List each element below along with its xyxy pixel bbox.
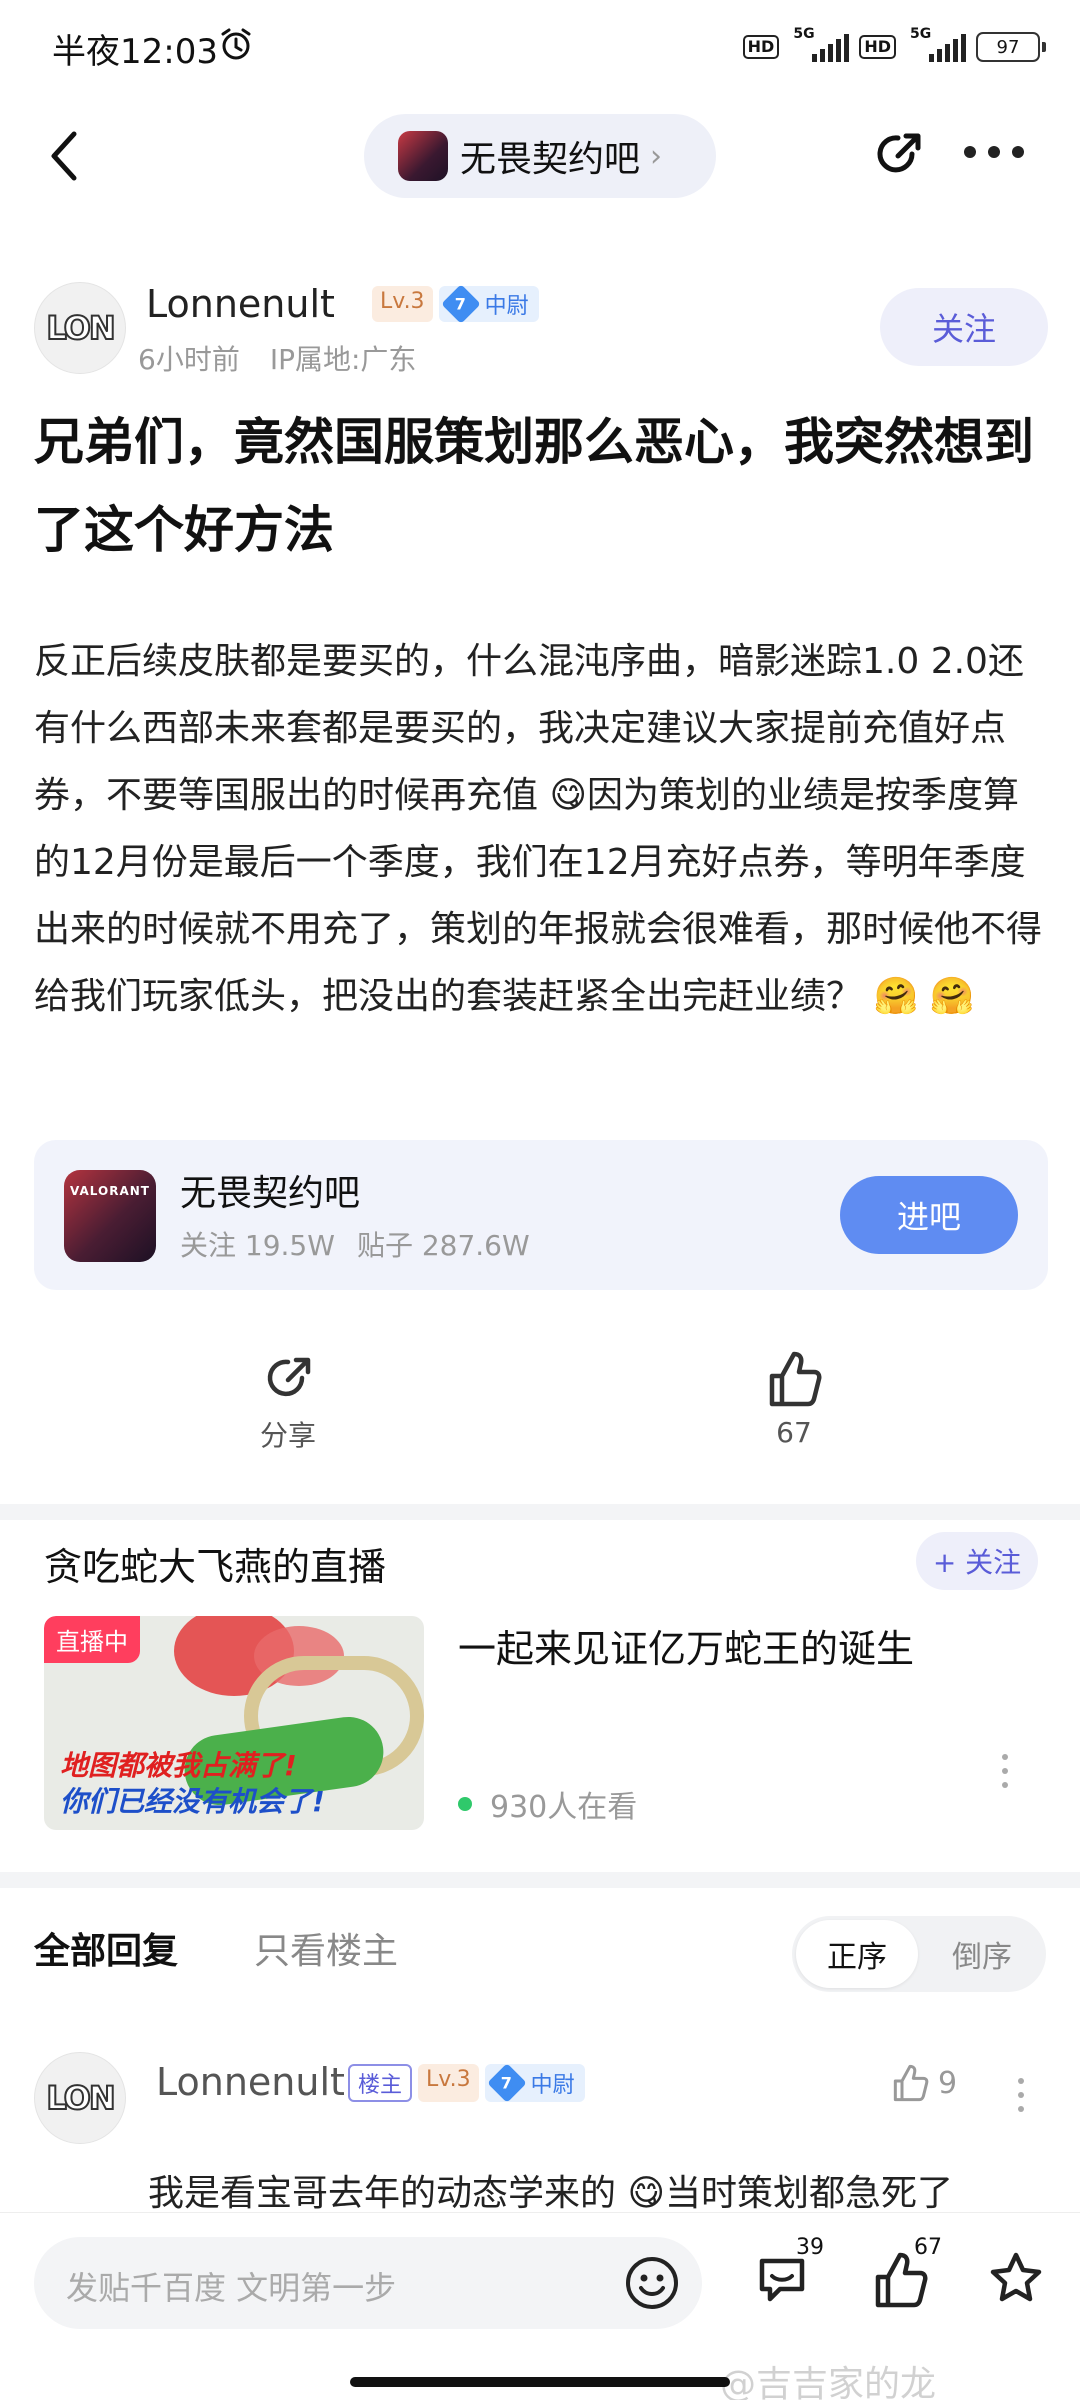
follow-button[interactable]: 关注 [880, 288, 1048, 366]
share-label: 分享 [259, 1419, 316, 1452]
sort-desc-button[interactable]: 倒序 [922, 1920, 1042, 1988]
post-actions: 分享 67 [0, 1348, 1080, 1468]
hd-badge-2: HD [859, 35, 896, 59]
status-time: 半夜12:03 [52, 32, 218, 72]
status-indicators: HD 5G HD 5G 97 [742, 26, 1046, 64]
live-more-icon[interactable] [1002, 1754, 1010, 1788]
level-badge: Lv.3 [372, 286, 433, 322]
watermark: @吉吉家的龙 [720, 2364, 937, 2400]
reply-author[interactable]: Lonnenult [156, 2060, 345, 2104]
emoji-icon[interactable] [624, 2255, 680, 2311]
rank-badge: 7 中尉 [438, 284, 539, 324]
like-count: 67 [914, 2235, 942, 2260]
share-action[interactable]: 分享 [208, 1348, 368, 1454]
like-button[interactable]: 67 [870, 2235, 942, 2315]
post-time: 6小时前 [138, 343, 240, 376]
star-icon [990, 2252, 1042, 2302]
post-ip: IP属地:广东 [269, 343, 417, 376]
share-icon [267, 1357, 311, 1397]
top-nav: 无畏契约吧 › [0, 96, 1080, 212]
live-caption-2: 你们已经没有机会了! [60, 1785, 325, 1818]
forum-card-name: 无畏契约吧 [180, 1173, 361, 1214]
live-section-title: 贪吃蛇大飞燕的直播 [44, 1545, 387, 1589]
bottom-bar: 发贴千百度 文明第一步 39 67 @吉吉家的龙 [0, 2212, 1080, 2400]
more-options-icon[interactable] [964, 146, 1024, 160]
back-arrow-icon[interactable] [40, 126, 90, 186]
live-viewer-count: 930人在看 [458, 1782, 637, 1826]
chevron-right-icon: › [650, 138, 663, 174]
forum-posts: 贴子 287.6W [356, 1229, 530, 1262]
like-count: 67 [776, 1416, 812, 1449]
forum-name-pill[interactable]: 无畏契约吧 › [364, 114, 716, 198]
live-stream-title[interactable]: 一起来见证亿万蛇王的诞生 [458, 1618, 914, 1673]
favorite-button[interactable] [986, 2249, 1046, 2313]
hd-badge: HD [742, 35, 780, 59]
like-action[interactable]: 67 [714, 1348, 874, 1449]
forum-followers: 关注 19.5W [180, 1229, 335, 1262]
sort-asc-button[interactable]: 正序 [796, 1920, 918, 1988]
tab-all-replies[interactable]: 全部回复 [34, 1922, 178, 1974]
divider [0, 1872, 1080, 1888]
share-icon[interactable] [868, 124, 928, 184]
reply-input-placeholder: 发贴千百度 文明第一步 [66, 2269, 397, 2307]
post-title: 兄弟们，竟然国服策划那么恶心，我突然想到了这个好方法 [34, 413, 1034, 559]
enter-forum-button[interactable]: 进吧 [840, 1176, 1018, 1254]
live-caption-1: 地图都被我占满了! [60, 1749, 297, 1782]
forum-avatar [398, 131, 448, 181]
post-author-row: LON Lonnenult Lv.3 7 中尉 6小时前 IP属地:广东 关注 [34, 282, 1054, 382]
rank-badge: 7 中尉 [484, 2063, 585, 2103]
live-thumbnail[interactable]: 直播中 地图都被我占满了! 你们已经没有机会了! [44, 1616, 424, 1830]
avatar[interactable]: LON [34, 2052, 126, 2144]
diamond-icon: 7 [440, 284, 481, 324]
signal-icon: 5G [789, 26, 850, 62]
forum-stats: 关注 19.5W 贴子 287.6W [180, 1224, 530, 1264]
author-name[interactable]: Lonnenult [146, 282, 335, 326]
tab-op-only[interactable]: 只看楼主 [254, 1922, 398, 1974]
reply-badges: 楼主 Lv.3 7 中尉 [348, 2063, 585, 2103]
battery-icon: 97 [976, 32, 1046, 62]
live-dot-icon [458, 1797, 472, 1811]
reply-item: LON Lonnenult 楼主 Lv.3 7 中尉 9 [34, 2052, 1054, 2162]
reply-more-icon[interactable] [1018, 2078, 1026, 2112]
post-meta: 6小时前 IP属地:广东 [138, 338, 416, 378]
forum-card[interactable]: VALORANT 无畏契约吧 关注 19.5W 贴子 287.6W 进吧 [34, 1140, 1048, 1290]
reply-like-count: 9 [938, 2065, 958, 2101]
sort-toggle: 正序 倒序 [792, 1916, 1046, 1992]
op-tag: 楼主 [348, 2064, 413, 2102]
comments-button[interactable]: 39 [752, 2235, 824, 2313]
status-bar: 半夜12:03 HD 5G HD 5G 97 [0, 0, 1080, 96]
reply-like-button[interactable]: 9 [890, 2062, 957, 2104]
forum-name: 无畏契约吧 [460, 139, 641, 180]
level-badge: Lv.3 [418, 2064, 479, 2102]
post-body: 反正后续皮肤都是要买的，什么混沌序曲，暗影迷踪1.0 2.0还有什么西部未来套都… [34, 641, 1043, 1017]
signal-icon-2: 5G [906, 26, 966, 62]
live-follow-button[interactable]: + 关注 [916, 1532, 1038, 1590]
avatar[interactable]: LON [34, 282, 126, 374]
reply-text: 我是看宝哥去年的动态学来的 😋当时策划都急死了 [148, 2173, 953, 2214]
forum-logo: VALORANT [64, 1170, 156, 1262]
divider [0, 1504, 1080, 1520]
diamond-icon: 7 [486, 2063, 527, 2103]
author-badges: Lv.3 7 中尉 [372, 284, 539, 324]
comment-count: 39 [796, 2235, 824, 2260]
alarm-icon [221, 28, 251, 60]
thumbs-up-icon [769, 1351, 822, 1407]
home-indicator[interactable] [350, 2377, 730, 2387]
reply-input[interactable]: 发贴千百度 文明第一步 [34, 2237, 702, 2329]
live-badge: 直播中 [44, 1616, 140, 1663]
thumbs-up-icon [893, 2064, 929, 2102]
